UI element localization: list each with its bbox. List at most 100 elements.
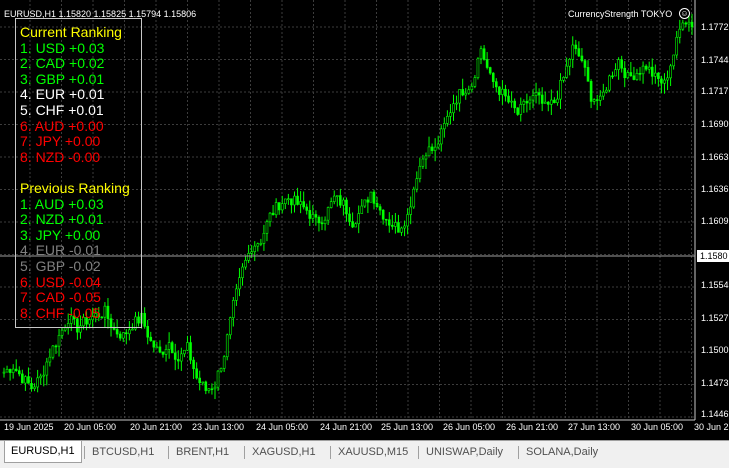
- candle-body: [650, 66, 654, 77]
- candle-body: [339, 195, 342, 206]
- candle-body: [635, 73, 639, 80]
- candle-body: [128, 329, 131, 335]
- candle-body: [265, 221, 269, 234]
- candle-body: [586, 67, 590, 82]
- candle-body: [378, 206, 382, 211]
- chart-tab[interactable]: SOLANA,Daily: [520, 444, 604, 461]
- candle-body: [446, 116, 449, 124]
- candle-body: [409, 206, 412, 215]
- candle-body: [241, 266, 244, 278]
- candle-body: [335, 195, 339, 197]
- candle-body: [143, 313, 146, 327]
- candle-body: [232, 300, 235, 318]
- candle-body: [537, 92, 541, 96]
- candle-body: [167, 342, 171, 350]
- candle-body: [681, 22, 685, 30]
- time-tick-label: 24 Jun 05:00: [256, 422, 309, 432]
- candle-body: [161, 351, 165, 355]
- candle-body: [155, 346, 159, 349]
- candle-body: [439, 128, 443, 145]
- indicator-close-icon[interactable]: ☺: [679, 8, 690, 19]
- candle-body: [577, 48, 581, 57]
- price-tick-label: 1.1446: [701, 409, 729, 419]
- candle-body: [57, 334, 61, 347]
- candle-body: [553, 99, 556, 104]
- candle-body: [675, 36, 679, 56]
- candle-body: [415, 178, 419, 190]
- candle-body: [690, 21, 694, 28]
- candle-body: [323, 219, 327, 225]
- previous-ranking-item: 3. JPY +0.00: [20, 226, 101, 243]
- candle-body: [412, 188, 416, 208]
- candle-body: [30, 383, 33, 389]
- candle-body: [293, 195, 296, 206]
- candle-body: [476, 58, 480, 78]
- candle-body: [595, 99, 599, 101]
- candle-body: [210, 388, 214, 391]
- candle-body: [556, 98, 559, 104]
- candle-body: [501, 88, 504, 95]
- candle-body: [183, 349, 186, 355]
- price-tick-label: 1.1527: [701, 313, 729, 323]
- candle-body: [571, 44, 575, 60]
- candle-body: [244, 260, 247, 268]
- candle-body: [397, 222, 400, 233]
- candle-body: [485, 59, 489, 68]
- candle-body: [216, 370, 220, 388]
- candle-body: [36, 377, 39, 388]
- price-tick-label: 1.1772: [701, 22, 729, 32]
- candle-body: [672, 54, 675, 67]
- candle-body: [455, 102, 458, 105]
- candle-body: [302, 201, 305, 208]
- tab-separator: [418, 446, 419, 459]
- candle-body: [620, 59, 623, 69]
- candle-body: [654, 72, 657, 77]
- candle-body: [495, 81, 498, 88]
- candle-body: [436, 143, 440, 148]
- previous-ranking-item: 4. EUR -0.01: [20, 242, 101, 259]
- previous-ranking-item: 8. CHF -0.05: [20, 304, 101, 321]
- candle-body: [2, 371, 6, 374]
- candle-body: [574, 44, 578, 49]
- candle-body: [201, 381, 205, 384]
- candle-body: [250, 251, 253, 254]
- candle-body: [482, 48, 486, 60]
- candle-body: [546, 101, 550, 105]
- candle-body: [180, 353, 183, 362]
- candle-body: [498, 86, 501, 95]
- candle-body: [256, 243, 260, 247]
- candle-body: [421, 158, 425, 167]
- current-price-label: 1.1580: [697, 250, 729, 262]
- candle-body: [473, 77, 477, 87]
- chart-tab[interactable]: UNISWAP,Daily: [420, 444, 509, 461]
- candle-body: [467, 89, 471, 94]
- price-tick-label: 1.1717: [701, 86, 729, 96]
- current-ranking-item: 2. CAD +0.02: [20, 55, 105, 72]
- candle-body: [317, 216, 321, 224]
- chart-tab[interactable]: EURUSD,H1: [4, 441, 82, 463]
- price-tick-label: 1.1473: [701, 378, 729, 388]
- candle-body: [427, 146, 431, 157]
- candle-body: [296, 195, 299, 205]
- candle-body: [430, 146, 434, 151]
- candle-body: [629, 72, 633, 77]
- chart-tab[interactable]: XAGUSD,H1: [246, 444, 322, 461]
- candle-body: [550, 99, 553, 105]
- candle-body: [403, 225, 406, 229]
- candle-body: [125, 332, 128, 335]
- candle-body: [543, 101, 547, 104]
- time-tick-label: 27 Jun 13:00: [568, 422, 621, 432]
- candle-body: [406, 214, 409, 227]
- price-chart[interactable]: EURUSD,H1 1.15820 1.15825 1.15794 1.1580…: [0, 0, 729, 440]
- candle-body: [63, 327, 67, 331]
- time-tick-label: 25 Jun 13:00: [381, 422, 434, 432]
- chart-tab[interactable]: XAUUSD,M15: [332, 444, 414, 461]
- chart-tab[interactable]: BTCUSD,H1: [86, 444, 160, 461]
- candle-body: [534, 92, 538, 96]
- chart-tab[interactable]: BRENT,H1: [170, 444, 235, 461]
- candle-body: [121, 332, 125, 339]
- candle-body: [198, 377, 201, 384]
- candle-body: [48, 356, 52, 363]
- candle-body: [507, 95, 510, 103]
- chart-tab-bar: EURUSD,H1 BTCUSD,H1 BRENT,H1 XAGUSD,H1 XAUUS…: [0, 440, 729, 468]
